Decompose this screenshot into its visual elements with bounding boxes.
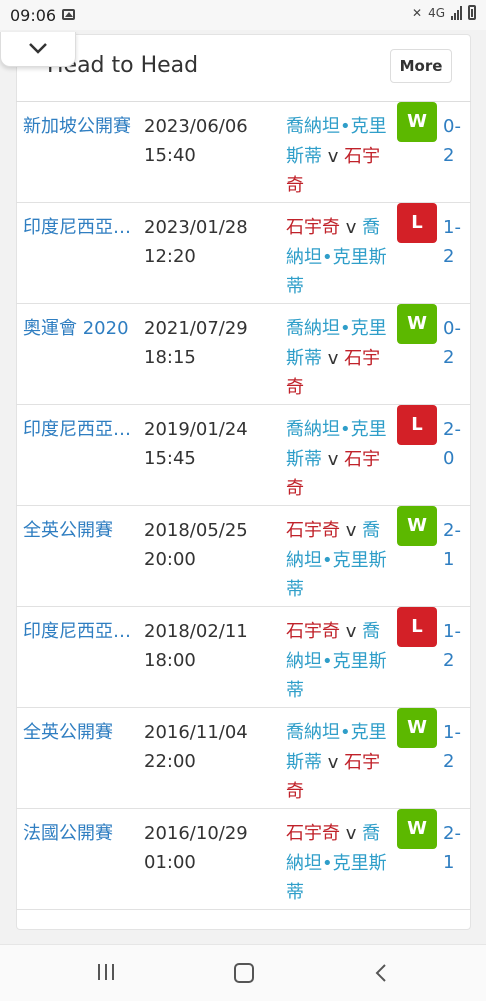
status-indicators: ✕ 4G xyxy=(412,5,476,20)
collapse-button[interactable] xyxy=(0,32,76,67)
versus-label: v xyxy=(345,217,357,238)
match-players: 石宇奇 v 喬納坦•克里斯蒂 xyxy=(286,617,390,706)
match-time: 15:45 xyxy=(144,448,196,469)
player-first[interactable]: 石宇奇 xyxy=(286,217,340,238)
match-time: 12:20 xyxy=(144,246,196,267)
match-row[interactable]: 印度尼西亞公開賽 2023/01/28 12:20 石宇奇 v 喬納坦•克里斯蒂L1-… xyxy=(16,203,471,304)
match-datetime: 2023/01/28 12:20 xyxy=(144,213,274,271)
result-badge: L xyxy=(397,607,437,647)
match-players: 喬納坦•克里斯蒂 v 石宇奇 xyxy=(286,112,390,201)
match-score[interactable]: 1-2 xyxy=(443,718,465,776)
match-time: 22:00 xyxy=(144,751,196,772)
match-datetime: 2019/01/24 15:45 xyxy=(144,415,274,473)
signal-icon xyxy=(451,5,462,20)
match-score[interactable]: 1-2 xyxy=(443,617,465,675)
match-time: 18:00 xyxy=(144,650,196,671)
mute-icon: ✕ xyxy=(412,5,423,20)
match-row[interactable]: 印度尼西亞大師賽 2019/01/24 15:45 喬納坦•克里斯蒂 v 石宇奇L2-… xyxy=(16,405,471,506)
result-badge: L xyxy=(397,203,437,243)
tournament-link[interactable]: 印度尼西亞大師賽 xyxy=(23,415,135,444)
match-score[interactable]: 1-2 xyxy=(443,213,465,271)
match-players: 石宇奇 v 喬納坦•克里斯蒂 xyxy=(286,819,390,908)
match-date: 2016/11/04 xyxy=(144,722,248,743)
versus-label: v xyxy=(345,520,357,541)
match-score[interactable]: 2-1 xyxy=(443,516,465,574)
result-badge: L xyxy=(397,405,437,445)
match-score[interactable]: 0-2 xyxy=(443,314,465,372)
tournament-link[interactable]: 奧運會 2020 xyxy=(23,314,135,343)
match-row[interactable]: 奧運會 2020 2021/07/29 18:15 喬納坦•克里斯蒂 v 石宇奇 W 0-… xyxy=(16,304,471,405)
match-row[interactable]: 印度尼西亞大師賽 2018/02/11 18:00 石宇奇 v 喬納坦•克里斯蒂L1-… xyxy=(16,607,471,708)
versus-label: v xyxy=(345,621,357,642)
match-players: 喬納坦•克里斯蒂 v 石宇奇 xyxy=(286,314,390,403)
player-first[interactable]: 石宇奇 xyxy=(286,823,340,844)
versus-label: v xyxy=(327,751,339,773)
match-players: 石宇奇 v 喬納坦•克里斯蒂 xyxy=(286,213,390,302)
result-badge: W xyxy=(397,809,437,849)
match-row[interactable]: 全英公開賽 2018/05/25 20:00 石宇奇 v 喬納坦•克里斯蒂 W 2-1 xyxy=(16,506,471,607)
match-date: 2016/10/29 xyxy=(144,823,248,844)
match-date: 2023/01/28 xyxy=(144,217,248,238)
tournament-link[interactable]: 新加坡公開賽 xyxy=(23,112,135,141)
match-row[interactable]: 新加坡公開賽 2023/06/06 15:40 喬納坦•克里斯蒂 v 石宇奇 W 0-2 xyxy=(16,102,471,203)
navigation-bar xyxy=(0,944,486,1001)
match-datetime: 2018/05/25 20:00 xyxy=(144,516,274,574)
tournament-link[interactable]: 法國公開賽 xyxy=(23,819,135,848)
image-icon xyxy=(62,9,75,20)
match-time: 20:00 xyxy=(144,549,196,570)
match-date: 2019/01/24 xyxy=(144,419,248,440)
player-first[interactable]: 石宇奇 xyxy=(286,621,340,642)
match-score[interactable]: 2-0 xyxy=(443,415,465,473)
match-time: 15:40 xyxy=(144,145,196,166)
match-players: 石宇奇 v 喬納坦•克里斯蒂 xyxy=(286,516,390,605)
match-players: 喬納坦•克里斯蒂 v 石宇奇 xyxy=(286,415,390,504)
status-bar: 09:06 ✕ 4G xyxy=(0,0,486,30)
match-datetime: 2021/07/29 18:15 xyxy=(144,314,274,372)
match-row[interactable]: 全英公開賽 2016/11/04 22:00 喬納坦•克里斯蒂 v 石宇奇 W 1-2 xyxy=(16,708,471,809)
home-button[interactable] xyxy=(234,963,254,983)
match-time: 18:15 xyxy=(144,347,196,368)
battery-icon xyxy=(468,5,476,20)
tournament-link[interactable]: 全英公開賽 xyxy=(23,516,135,545)
versus-label: v xyxy=(327,347,339,369)
result-badge: W xyxy=(397,708,437,748)
match-row[interactable]: 法國公開賽 2016/10/29 01:00 石宇奇 v 喬納坦•克里斯蒂 W 2-1 xyxy=(16,809,471,910)
back-button[interactable] xyxy=(374,963,388,983)
match-players: 喬納坦•克里斯蒂 v 石宇奇 xyxy=(286,718,390,807)
network-type: 4G xyxy=(428,5,445,20)
more-button[interactable]: More xyxy=(390,49,452,83)
match-datetime: 2018/02/11 18:00 xyxy=(144,617,274,675)
match-date: 2023/06/06 xyxy=(144,116,248,137)
player-first[interactable]: 石宇奇 xyxy=(286,520,340,541)
versus-label: v xyxy=(327,145,339,167)
match-datetime: 2016/11/04 22:00 xyxy=(144,718,274,776)
match-time: 01:00 xyxy=(144,852,196,873)
tournament-link[interactable]: 印度尼西亞大師賽 xyxy=(23,617,135,646)
result-badge: W xyxy=(397,102,437,142)
tournament-link[interactable]: 全英公開賽 xyxy=(23,718,135,747)
recent-apps-button[interactable] xyxy=(98,964,114,980)
match-date: 2018/02/11 xyxy=(144,621,248,642)
result-badge: W xyxy=(397,304,437,344)
result-badge: W xyxy=(397,506,437,546)
match-date: 2018/05/25 xyxy=(144,520,248,541)
match-datetime: 2016/10/29 01:00 xyxy=(144,819,274,877)
tournament-link[interactable]: 印度尼西亞公開賽 xyxy=(23,213,135,242)
match-date: 2021/07/29 xyxy=(144,318,248,339)
chevron-down-icon xyxy=(29,43,47,54)
match-datetime: 2023/06/06 15:40 xyxy=(144,112,274,170)
versus-label: v xyxy=(345,823,357,844)
status-time: 09:06 xyxy=(10,6,57,25)
match-score[interactable]: 0-2 xyxy=(443,112,465,170)
versus-label: v xyxy=(327,448,339,470)
match-score[interactable]: 2-1 xyxy=(443,819,465,877)
